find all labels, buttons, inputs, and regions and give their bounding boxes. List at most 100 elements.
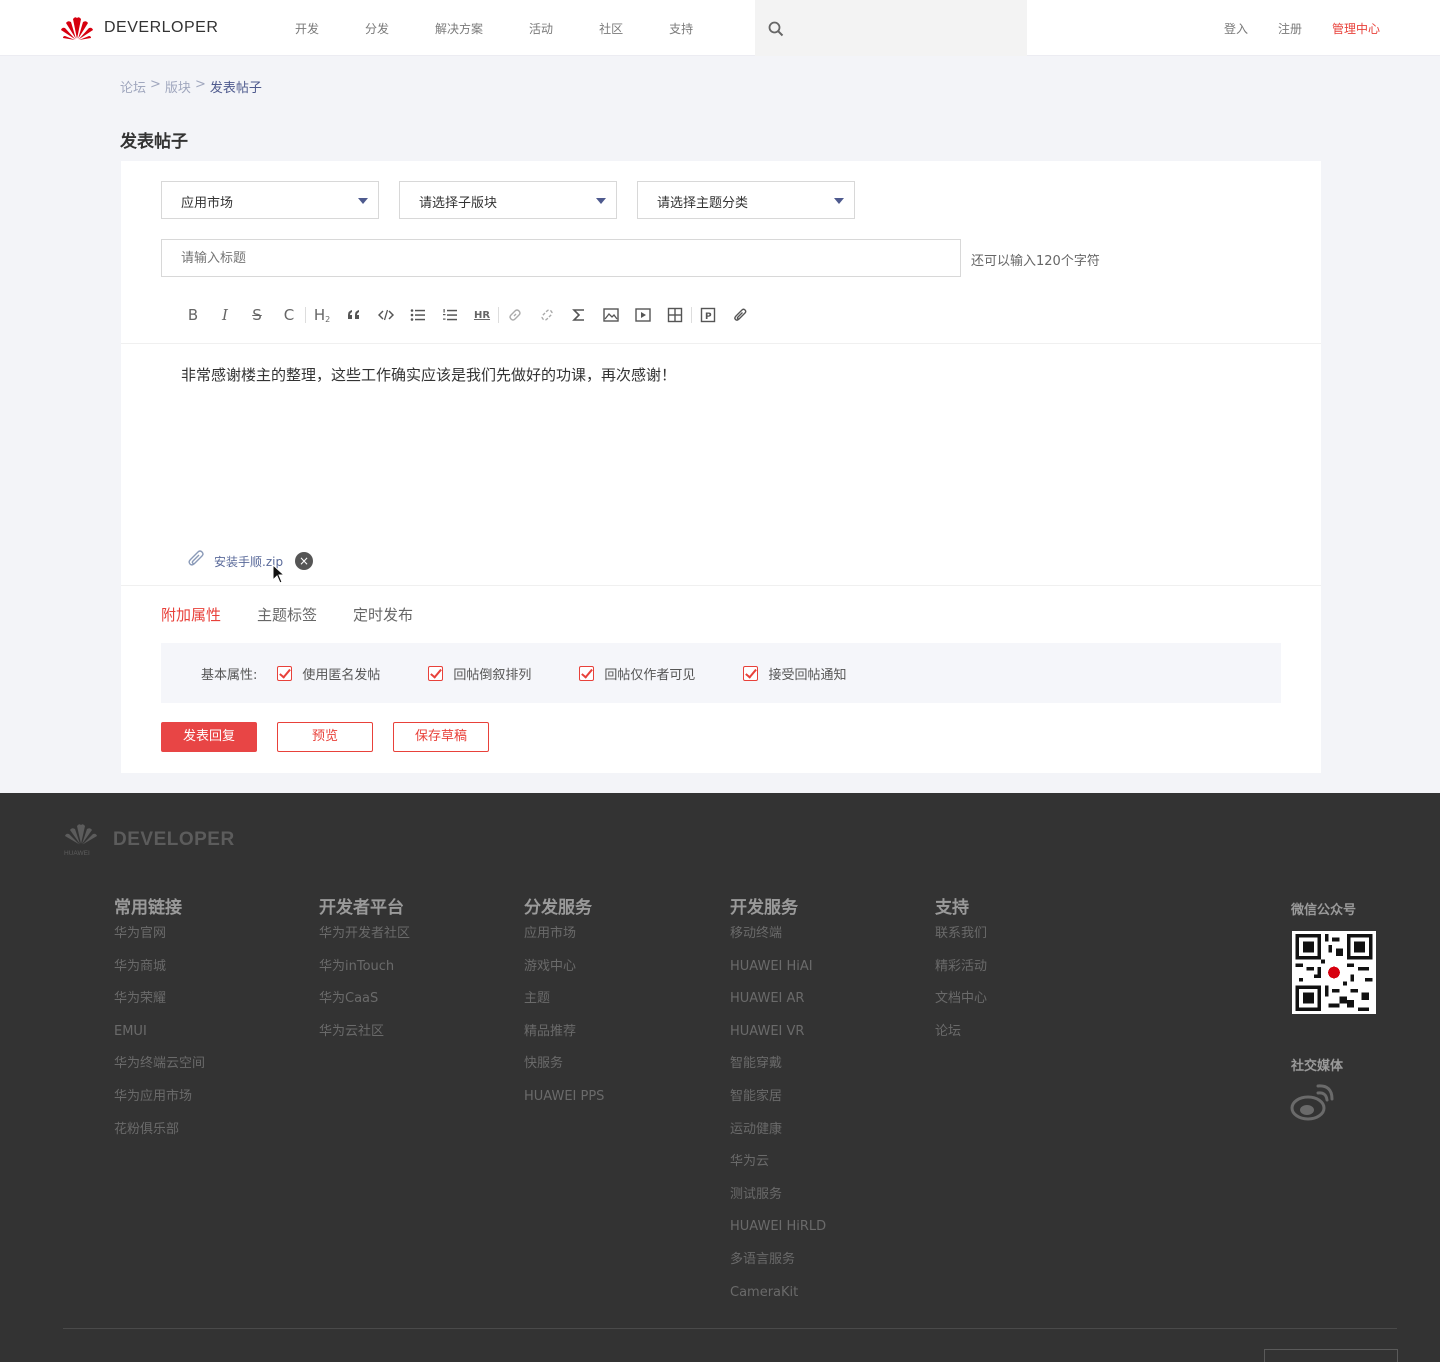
checkbox-checked-icon[interactable]: [579, 665, 595, 681]
bold-icon[interactable]: B: [177, 304, 209, 326]
footer-link[interactable]: HUAWEI HiAI: [730, 957, 826, 990]
attachment-icon[interactable]: [724, 304, 756, 326]
unlink-icon[interactable]: [531, 304, 563, 326]
checkbox-checked-icon[interactable]: [428, 665, 444, 681]
footer-link[interactable]: 华为云: [730, 1152, 826, 1185]
footer-link[interactable]: 快服务: [524, 1054, 604, 1087]
footer-link[interactable]: 游戏中心: [524, 957, 604, 990]
footer-column-common-links: 常用链接 华为官网 华为商城 华为荣耀 EMUI 华为终端云空间 华为应用市场 …: [114, 893, 205, 1152]
footer-link[interactable]: 华为应用市场: [114, 1087, 205, 1120]
topic-category-select[interactable]: 请选择主题分类: [637, 181, 855, 219]
footer-link[interactable]: 运动健康: [730, 1120, 826, 1153]
brand-logo[interactable]: DEVERLOPER: [60, 14, 218, 42]
footer-link[interactable]: HUAWEI PPS: [524, 1087, 604, 1120]
footer-link[interactable]: 华为云社区: [319, 1022, 410, 1055]
footer-link[interactable]: 华为荣耀: [114, 989, 205, 1022]
footer-language-selector[interactable]: [1264, 1349, 1398, 1362]
footer-link[interactable]: 移动终端: [730, 924, 826, 957]
footer-link[interactable]: 华为开发者社区: [319, 924, 410, 957]
footer-link[interactable]: HUAWEI HiRLD: [730, 1217, 826, 1250]
nav-item-community[interactable]: 社区: [599, 20, 623, 37]
image-icon[interactable]: [595, 304, 627, 326]
horizontal-rule-icon[interactable]: HR: [466, 304, 498, 326]
reply-notify-checkbox[interactable]: 接受回帖通知: [743, 664, 846, 683]
close-icon[interactable]: ×: [295, 552, 314, 570]
footer-link[interactable]: 应用市场: [524, 924, 604, 957]
bullet-list-icon[interactable]: [402, 304, 434, 326]
submit-reply-button[interactable]: 发表回复: [161, 722, 257, 752]
save-draft-button[interactable]: 保存草稿: [393, 722, 489, 752]
checkbox-checked-icon[interactable]: [277, 665, 293, 681]
footer-link[interactable]: 论坛: [935, 1022, 987, 1055]
topic-category-select-value: 请选择主题分类: [657, 196, 749, 211]
footer-link[interactable]: HUAWEI AR: [730, 989, 826, 1022]
author-only-checkbox[interactable]: 回帖仅作者可见: [579, 664, 695, 683]
tab-scheduled-publish[interactable]: 定时发布: [353, 604, 413, 625]
footer-link[interactable]: 华为商城: [114, 957, 205, 990]
footer-link[interactable]: 联系我们: [935, 924, 987, 957]
footer-link[interactable]: 测试服务: [730, 1185, 826, 1218]
p-icon[interactable]: P: [692, 304, 724, 326]
footer-link[interactable]: 花粉俱乐部: [114, 1120, 205, 1153]
footer-link[interactable]: 文档中心: [935, 989, 987, 1022]
footer-link[interactable]: CameraKit: [730, 1283, 826, 1316]
checkbox-checked-icon[interactable]: [743, 665, 759, 681]
footer-link[interactable]: 精品推荐: [524, 1022, 604, 1055]
admin-center-link[interactable]: 管理中心: [1332, 20, 1380, 37]
video-icon[interactable]: [627, 304, 659, 326]
page-title: 发表帖子: [120, 132, 188, 152]
weibo-icon[interactable]: [1290, 1083, 1334, 1123]
footer-link[interactable]: 华为inTouch: [319, 957, 410, 990]
footer-link[interactable]: 多语言服务: [730, 1250, 826, 1283]
search-icon[interactable]: [768, 21, 784, 37]
section-divider: [121, 585, 1321, 586]
checkbox-label: 接受回帖通知: [768, 667, 847, 683]
nav-item-support[interactable]: 支持: [669, 20, 693, 37]
search-input[interactable]: [755, 0, 1027, 56]
nav-item-solutions[interactable]: 解决方案: [435, 20, 483, 37]
basic-attributes-panel: 基本属性: 使用匿名发帖 回帖倒叙排列 回帖仅作者可见 接受回帖通知: [161, 643, 1281, 703]
footer-link[interactable]: 主题: [524, 989, 604, 1022]
basic-attributes-label: 基本属性:: [201, 667, 258, 683]
board-select[interactable]: 应用市场: [161, 181, 379, 219]
heading-icon[interactable]: H2: [306, 304, 338, 326]
editor-content[interactable]: 非常感谢楼主的整理，这些工作确实应该是我们先做好的功课，再次感谢！: [181, 364, 676, 385]
table-icon[interactable]: [659, 304, 691, 326]
footer-link[interactable]: HUAWEI VR: [730, 1022, 826, 1055]
breadcrumb-forum[interactable]: 论坛: [120, 77, 146, 96]
breadcrumb-separator: >: [194, 77, 206, 92]
anonymous-post-checkbox[interactable]: 使用匿名发帖: [277, 664, 380, 683]
login-link[interactable]: 登入: [1224, 20, 1248, 37]
register-link[interactable]: 注册: [1278, 20, 1302, 37]
nav-item-distribute[interactable]: 分发: [365, 20, 389, 37]
code-icon[interactable]: [370, 304, 402, 326]
title-input[interactable]: [161, 239, 961, 277]
footer-link[interactable]: 精彩活动: [935, 957, 987, 990]
preview-button[interactable]: 预览: [277, 722, 373, 752]
breadcrumb: 论坛 > 版块 > 发表帖子: [120, 77, 262, 96]
quote-icon[interactable]: [338, 304, 370, 326]
sub-board-select[interactable]: 请选择子版块: [399, 181, 617, 219]
footer-link[interactable]: 华为终端云空间: [114, 1054, 205, 1087]
tab-topic-tags[interactable]: 主题标签: [257, 604, 317, 625]
italic-icon[interactable]: I: [209, 304, 241, 326]
editor-toolbar: B I S C H2 HR P: [177, 304, 756, 326]
numbered-list-icon[interactable]: [434, 304, 466, 326]
footer-link[interactable]: 智能家居: [730, 1087, 826, 1120]
clear-format-icon[interactable]: C: [273, 304, 305, 326]
footer-link[interactable]: 华为官网: [114, 924, 205, 957]
tab-extra-attributes[interactable]: 附加属性: [161, 604, 221, 625]
strikethrough-icon[interactable]: S: [241, 304, 273, 326]
footer-link[interactable]: 智能穿戴: [730, 1054, 826, 1087]
board-select-value: 应用市场: [181, 196, 234, 211]
nav-item-develop[interactable]: 开发: [295, 20, 319, 37]
breadcrumb-board[interactable]: 版块: [165, 77, 191, 96]
link-icon[interactable]: [499, 304, 531, 326]
footer-link[interactable]: EMUI: [114, 1022, 205, 1055]
footer-logo: HUAWEI DEVELOPER: [63, 822, 235, 858]
formula-icon[interactable]: [563, 304, 595, 326]
footer-column-dev-services: 开发服务 移动终端 HUAWEI HiAI HUAWEI AR HUAWEI V…: [730, 893, 826, 1315]
nav-item-events[interactable]: 活动: [529, 20, 553, 37]
footer-link[interactable]: 华为CaaS: [319, 989, 410, 1022]
reverse-order-checkbox[interactable]: 回帖倒叙排列: [428, 664, 531, 683]
